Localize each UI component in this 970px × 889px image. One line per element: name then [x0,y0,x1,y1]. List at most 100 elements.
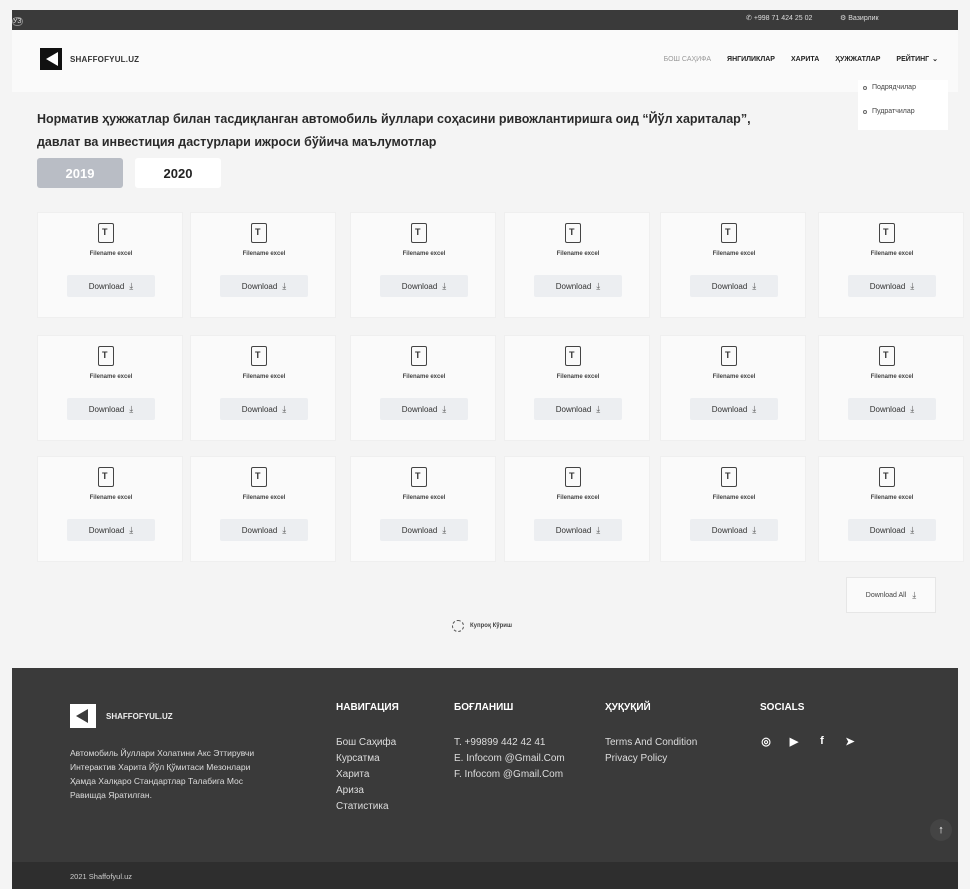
nav-item-documents[interactable]: ҲУЖЖАТЛАР [835,56,880,63]
download-label: Download [241,281,278,291]
file-icon [565,223,581,243]
nav-item-home[interactable]: БОШ САҲИФА [664,56,711,63]
footer-link-terms[interactable]: Terms And Condition [605,735,697,751]
dropdown-item-label: Подрядчилар [872,84,916,91]
dropdown-item-subcontractors[interactable]: Пудратчилар [863,108,915,115]
download-button[interactable]: Download ⤓ [534,398,622,420]
language-switch[interactable]: УЗ [12,17,23,26]
download-button[interactable]: Download ⤓ [380,398,468,420]
spinner-icon [452,620,464,632]
download-button[interactable]: Download ⤓ [848,519,936,541]
footer-link-application[interactable]: Ариза [336,783,399,799]
footer-legal-column: ҲУҚУҚИЙ Terms And Condition Privacy Poli… [605,702,697,767]
footer-phone[interactable]: T. +99899 442 42 41 [454,735,565,751]
footer-bottom-bar: 2021 Shaffofyul.uz [12,862,958,889]
download-button[interactable]: Download ⤓ [380,275,468,297]
tab-year-2020[interactable]: 2020 [135,158,221,188]
file-name: Filename excel [556,251,600,257]
file-card: Filename excel Download ⤓ [37,456,183,562]
footer-fax[interactable]: F. Infocom @Gmail.Com [454,767,565,783]
download-button[interactable]: Download ⤓ [67,519,155,541]
youtube-icon[interactable]: ▶ [788,735,800,748]
instagram-icon[interactable]: ◎ [760,735,772,748]
logo[interactable]: SHAFFOFYUL.UZ [40,48,139,70]
download-label: Download [869,281,906,291]
load-more-label: Купроқ Кўриш [470,623,512,629]
download-button[interactable]: Download ⤓ [534,275,622,297]
file-name: Filename excel [556,374,600,380]
file-name: Filename excel [89,374,133,380]
file-name: Filename excel [712,251,756,257]
footer-email[interactable]: E. Infocom @Gmail.Com [454,751,565,767]
file-name: Filename excel [242,374,286,380]
download-label: Download [401,525,438,535]
download-button[interactable]: Download ⤓ [690,519,778,541]
footer-link-map[interactable]: Харита [336,767,399,783]
download-button[interactable]: Download ⤓ [67,275,155,297]
download-icon: ⤓ [442,524,447,535]
phone-link[interactable]: ✆ +998 71 424 25 02 [746,14,812,22]
file-name: Filename excel [870,495,914,501]
download-icon: ⤓ [596,524,601,535]
download-icon: ⤓ [129,403,134,414]
download-button[interactable]: Download ⤓ [848,398,936,420]
download-icon: ⤓ [129,524,134,535]
download-label: Download [711,281,748,291]
file-card: Filename excel Download ⤓ [37,212,183,318]
download-button[interactable]: Download ⤓ [220,398,308,420]
nav-item-map[interactable]: ХАРИТА [791,56,819,63]
file-name: Filename excel [712,495,756,501]
file-name: Filename excel [402,251,446,257]
copyright-text: 2021 Shaffofyul.uz [70,872,132,881]
scroll-to-top-button[interactable]: ↑ [930,819,952,841]
file-card: Filename excel Download ⤓ [350,212,496,318]
footer-legal-title: ҲУҚУҚИЙ [605,702,651,713]
footer-link-home[interactable]: Бош Саҳифа [336,735,399,751]
file-icon [98,223,114,243]
logo-icon [40,48,62,70]
download-button[interactable]: Download ⤓ [220,275,308,297]
download-button[interactable]: Download ⤓ [67,398,155,420]
tab-year-2019[interactable]: 2019 [37,158,123,188]
file-name: Filename excel [712,374,756,380]
file-card: Filename excel Download ⤓ [504,456,650,562]
load-more-button[interactable]: Купроқ Кўриш [452,620,512,632]
file-card: Filename excel Download ⤓ [190,456,336,562]
telegram-icon[interactable]: ➤ [844,735,856,748]
download-icon: ⤓ [910,280,915,291]
download-icon: ⤓ [282,524,287,535]
download-label: Download [555,404,592,414]
footer-link-guide[interactable]: Курсатма [336,751,399,767]
download-icon: ⤓ [282,403,287,414]
logo-text: SHAFFOFYUL.UZ [70,54,140,64]
file-icon [411,467,427,487]
footer-socials-title: SOCIALS [760,702,805,713]
file-icon [565,346,581,366]
file-name: Filename excel [242,495,286,501]
file-card: Filename excel Download ⤓ [350,456,496,562]
dropdown-item-contractors[interactable]: Подрядчилар [863,84,916,91]
nav-item-news[interactable]: ЯНГИЛИКЛАР [727,56,775,63]
download-button[interactable]: Download ⤓ [690,275,778,297]
download-button[interactable]: Download ⤓ [534,519,622,541]
footer-link-statistics[interactable]: Статистика [336,799,399,815]
download-button[interactable]: Download ⤓ [220,519,308,541]
facebook-icon[interactable]: f [816,735,828,747]
download-button[interactable]: Download ⤓ [690,398,778,420]
file-name: Filename excel [89,251,133,257]
file-card: Filename excel Download ⤓ [818,335,964,441]
download-button[interactable]: Download ⤓ [848,275,936,297]
download-icon: ⤓ [129,280,134,291]
download-icon: ⤓ [442,280,447,291]
footer-description: Автомобиль Йуллари Холатини Акс Эттирувч… [70,748,255,800]
user-link[interactable]: ⚙ Вазирлик [840,14,879,22]
download-all-button[interactable]: Download All ⤓ [846,577,936,613]
footer-contact-column: БОҒЛАНИШ T. +99899 442 42 41 E. Infocom … [454,702,565,783]
download-button[interactable]: Download ⤓ [380,519,468,541]
download-icon: ⤓ [596,280,601,291]
nav-item-rating[interactable]: РЕЙТИНГ ⌄ [896,55,938,63]
footer-link-privacy[interactable]: Privacy Policy [605,751,697,767]
footer-logo[interactable]: SHAFFOFYUL.UZ [70,704,173,728]
footer-nav-column: НАВИГАЦИЯ Бош Саҳифа Курсатма Харита Ари… [336,702,399,815]
footer-logo-text: SHAFFOFYUL.UZ [106,711,173,721]
